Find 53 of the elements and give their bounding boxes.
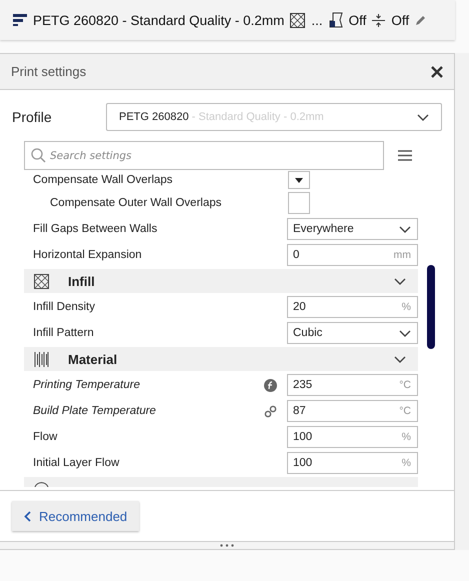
setting-label: Horizontal Expansion [32,249,143,261]
material-icon [34,352,49,366]
number-field[interactable]: 20 % [287,296,418,318]
setting-label: Initial Layer Flow [32,457,120,469]
search-field[interactable]: Search settings [24,141,384,170]
chevron-down-icon [399,330,411,336]
menu-icon[interactable] [398,150,412,161]
adhesion-icon [372,12,386,28]
support-icon [328,12,343,28]
adhesion-value: Off [391,12,410,28]
number-field[interactable]: 100 % [287,452,418,474]
dropdown[interactable]: Cubic [287,322,418,344]
setting-label: Fill Gaps Between Walls [32,223,158,235]
section-title: Infill [68,274,96,288]
number-field[interactable]: 0 mm [287,244,418,266]
panel-title: Print settings [11,64,86,79]
scrollbar[interactable] [427,265,435,349]
support-value: Off [348,12,366,28]
section-title: Material [68,352,118,366]
number-field[interactable]: 87 °C [287,400,418,422]
chevron-down-icon [394,278,406,284]
setting-label: Compensate Wall Overlaps [32,174,174,186]
checkbox[interactable] [288,192,310,214]
chevron-down-icon [417,114,429,120]
checkbox[interactable] [288,171,310,189]
dropdown[interactable]: Everywhere [287,218,418,240]
profile-label: Profile [12,109,53,125]
setting-label: Infill Density [32,301,96,313]
close-icon[interactable] [431,66,443,78]
search-icon [31,148,46,163]
resize-handle[interactable] [0,541,454,549]
section-header[interactable]: Infill [24,269,418,293]
chevron-left-icon [24,510,31,522]
recommended-button[interactable]: Recommended [12,501,140,531]
number-field[interactable]: 235 °C [287,374,418,396]
printer-profile-icon [13,13,27,27]
setting-label: Compensate Outer Wall Overlaps [49,197,223,209]
infill-icon [34,274,49,288]
chevron-down-icon [394,356,406,362]
setting-label: Infill Pattern [32,327,95,339]
setting-label: Printing Temperature [32,379,141,391]
search-input[interactable]: Search settings [48,148,383,162]
infill-icon [290,12,306,28]
number-field[interactable]: 100 % [287,426,418,448]
chevron-down-icon [399,226,411,232]
setting-label: Flow [32,431,58,443]
profile-summary[interactable]: PETG 260820 - Standard Quality - 0.2mm [33,12,284,28]
speed-gauge-icon [34,481,49,487]
infill-value: ... [311,12,323,28]
setting-label: Build Plate Temperature [32,405,157,417]
dropdown-arrow-icon [295,178,303,182]
section-header[interactable]: Material [24,347,418,371]
pencil-icon[interactable] [415,14,426,26]
